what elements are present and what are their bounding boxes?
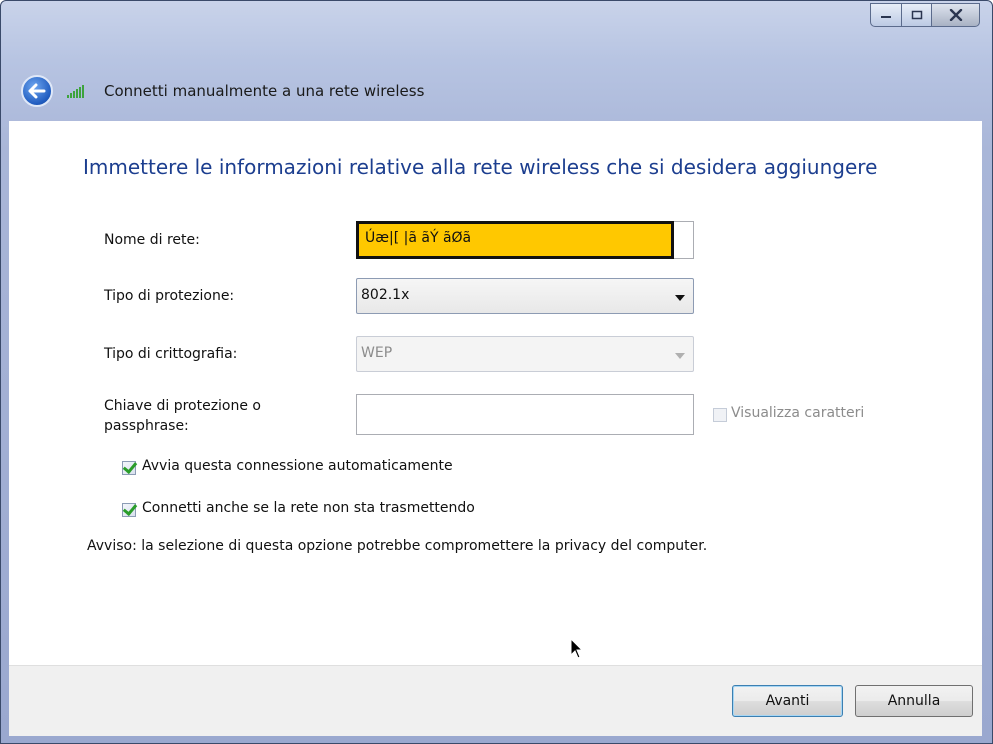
dialog-window: Connetti manualmente a una rete wireless…: [0, 0, 993, 744]
content-panel: Immettere le informazioni relative alla …: [9, 121, 982, 665]
close-button[interactable]: [932, 3, 980, 27]
security-type-label: Tipo di protezione:: [104, 288, 235, 304]
dialog-footer: Avanti Annulla: [9, 665, 982, 736]
wireless-signal-icon: [67, 84, 84, 98]
maximize-icon: [911, 10, 922, 20]
chevron-down-icon: [675, 295, 685, 301]
network-name-value: Úæ|[ |ã ãÝ ãØã: [356, 221, 674, 259]
back-arrow-icon: [28, 83, 46, 99]
auto-start-label: Avvia questa connessione automaticamente: [142, 458, 453, 474]
security-type-select[interactable]: 802.1x: [356, 278, 694, 314]
security-key-input[interactable]: [356, 394, 694, 435]
connect-hidden-checkbox[interactable]: [122, 503, 136, 517]
window-title: Connetti manualmente a una rete wireless: [104, 82, 425, 100]
next-button[interactable]: Avanti: [732, 685, 843, 717]
show-characters-label: Visualizza caratteri: [731, 405, 865, 421]
encryption-type-value: WEP: [361, 345, 393, 361]
title-bar[interactable]: [1, 1, 992, 61]
encryption-type-label: Tipo di crittografia:: [104, 346, 238, 362]
security-key-label-line1: Chiave di protezione o: [104, 398, 262, 414]
minimize-icon: [881, 16, 891, 18]
encryption-type-select: WEP: [356, 336, 694, 372]
caption-buttons: [870, 3, 980, 27]
minimize-button[interactable]: [870, 3, 902, 27]
mouse-cursor-icon: [570, 638, 584, 659]
connect-hidden-label: Connetti anche se la rete non sta trasme…: [142, 500, 475, 516]
security-key-label-line2: passphrase:: [104, 418, 189, 434]
network-name-label: Nome di rete:: [104, 232, 200, 248]
cancel-button[interactable]: Annulla: [855, 685, 973, 717]
page-heading: Immettere le informazioni relative alla …: [83, 155, 878, 179]
security-type-value: 802.1x: [361, 287, 410, 303]
show-characters-checkbox: [713, 408, 727, 422]
navigation-bar: Connetti manualmente a una rete wireless: [9, 61, 982, 121]
privacy-warning: Avviso: la selezione di questa opzione p…: [87, 538, 708, 554]
chevron-down-icon: [675, 353, 685, 359]
auto-start-checkbox[interactable]: [122, 461, 136, 475]
close-icon: [949, 9, 962, 21]
back-button[interactable]: [21, 75, 53, 107]
maximize-button[interactable]: [902, 3, 932, 27]
